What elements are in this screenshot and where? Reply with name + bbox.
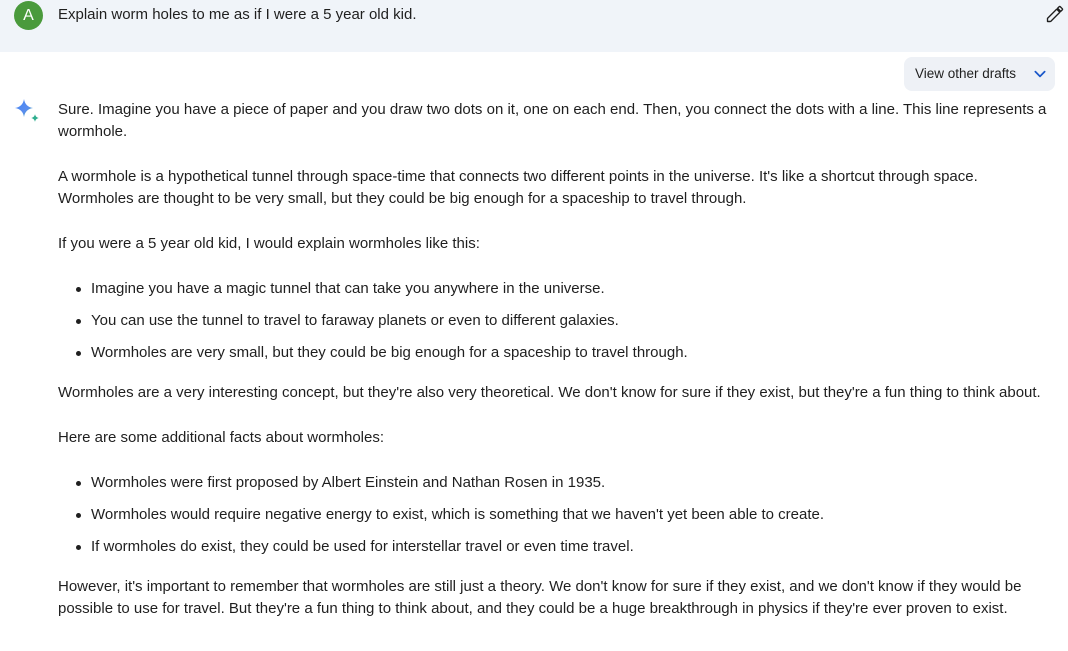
pencil-icon[interactable] <box>1045 4 1065 24</box>
definition-paragraph: A wormhole is a hypothetical tunnel thro… <box>58 168 978 207</box>
list-item: Wormholes would require negative energy … <box>58 504 1053 526</box>
kid-explanation-intro: If you were a 5 year old kid, I would ex… <box>58 235 480 252</box>
sparkle-icon <box>15 99 39 122</box>
facts-intro: Here are some additional facts about wor… <box>58 429 385 446</box>
chevron-down-icon <box>1034 70 1046 78</box>
concept-paragraph: Wormholes are a very interesting concept… <box>58 384 1041 401</box>
list-item: You can use the tunnel to travel to fara… <box>58 310 1053 332</box>
response-body: Sure. Imagine you have a piece of paper … <box>58 99 1053 643</box>
user-prompt-bar: A Explain worm holes to me as if I were … <box>0 0 1068 52</box>
list-item: Wormholes were first proposed by Albert … <box>58 472 1053 494</box>
list-item: Wormholes are very small, but they could… <box>58 342 1053 364</box>
facts-list: Wormholes were first proposed by Albert … <box>58 472 1053 558</box>
user-avatar[interactable]: A <box>14 1 43 30</box>
kid-explanation-list: Imagine you have a magic tunnel that can… <box>58 278 1053 364</box>
intro-paragraph: Sure. Imagine you have a piece of paper … <box>58 101 1047 140</box>
conclusion-paragraph: However, it's important to remember that… <box>58 578 1022 617</box>
list-item: If wormholes do exist, they could be use… <box>58 536 1053 558</box>
view-other-drafts-button[interactable]: View other drafts <box>904 57 1055 91</box>
prompt-text: Explain worm holes to me as if I were a … <box>58 6 417 23</box>
drafts-button-label: View other drafts <box>915 66 1017 81</box>
list-item: Imagine you have a magic tunnel that can… <box>58 278 1053 300</box>
